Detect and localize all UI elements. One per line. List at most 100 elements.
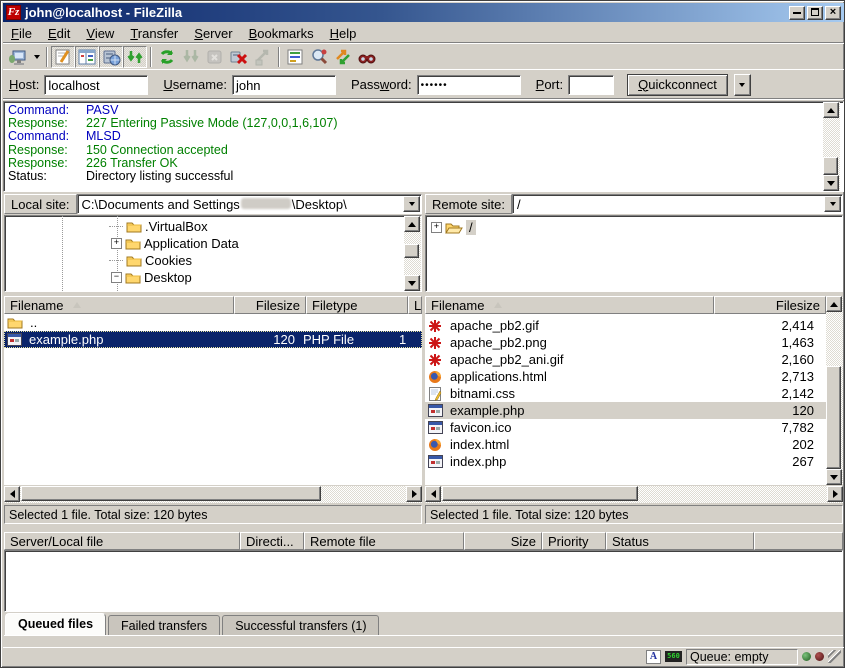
file-row-updir[interactable]: .. [4,314,422,331]
file-row[interactable]: index.html 202 [425,436,826,453]
tab-queued-files[interactable]: Queued files [5,613,106,635]
menu-view[interactable]: View [78,24,122,43]
remote-site-label: Remote site: [425,194,512,214]
scroll-down-icon[interactable] [830,475,838,480]
column-header-filetype[interactable]: Filetype [306,296,408,314]
remote-list-hscrollbar[interactable] [425,486,843,503]
remote-list-vscrollbar[interactable] [826,296,843,485]
tree-item[interactable]: + Application Data [5,235,421,252]
cancel-operation-button[interactable] [203,46,227,68]
local-tree-scrollbar[interactable] [404,216,421,291]
column-header-filename[interactable]: Filename [4,296,234,314]
column-header-direction[interactable]: Directi... [240,532,304,550]
local-list-hscrollbar-thumb[interactable] [21,486,321,501]
scroll-up-icon[interactable] [408,222,416,227]
file-row[interactable]: index.php 267 [425,453,826,470]
site-manager-dropdown-button[interactable] [30,46,43,68]
column-header-status[interactable]: Status [606,532,754,550]
column-header-priority[interactable]: Priority [542,532,606,550]
remote-site-dropdown-icon[interactable] [824,196,841,212]
remote-site-combo[interactable]: / [512,194,843,214]
resize-grip[interactable] [828,650,841,663]
directory-comparison-button[interactable] [307,46,331,68]
scroll-up-icon[interactable] [830,302,838,307]
expand-icon[interactable]: + [111,238,122,249]
file-row[interactable]: apache_pb2.png 1,463 [425,334,826,351]
synchronized-browsing-button[interactable] [331,46,355,68]
scroll-down-icon[interactable] [408,281,416,286]
local-tree-scrollbar-thumb[interactable] [404,244,419,258]
menu-edit[interactable]: Edit [40,24,78,43]
menu-transfer[interactable]: Transfer [122,24,186,43]
minimize-button[interactable] [789,6,805,20]
username-input[interactable]: john [232,75,336,95]
menu-file[interactable]: File [3,24,40,43]
tree-item[interactable]: + / [426,219,842,236]
site-manager-button[interactable] [6,46,30,68]
local-site-dropdown-icon[interactable] [403,196,420,212]
column-header-filesize[interactable]: Filesize [714,296,826,314]
menu-bookmarks[interactable]: Bookmarks [241,24,322,43]
file-row-selected[interactable]: example.php 120 [425,402,826,419]
remote-list-hscrollbar-thumb[interactable] [442,486,638,501]
file-row[interactable]: bitnami.css 2,142 [425,385,826,402]
toggle-message-log-button[interactable] [51,46,75,68]
expand-icon[interactable]: + [431,222,442,233]
local-list-hscrollbar[interactable] [4,486,422,503]
toggle-transfer-queue-button[interactable] [123,46,147,68]
file-row[interactable]: apache_pb2_ani.gif 2,160 [425,351,826,368]
scroll-left-icon[interactable] [431,490,436,498]
quickconnect-dropdown-button[interactable] [734,74,751,96]
disconnect-button[interactable] [227,46,251,68]
toggle-local-tree-button[interactable] [75,46,99,68]
column-header-server-local-file[interactable]: Server/Local file [4,532,240,550]
password-input[interactable]: •••••• [417,75,521,95]
file-row[interactable]: apache_pb2.gif 2,414 [425,317,826,334]
collapse-icon[interactable]: − [111,272,122,283]
scroll-right-icon[interactable] [833,490,838,498]
status-bar: A 560 Queue: empty [3,647,844,665]
queue-tabs: Queued files Failed transfers Successful… [5,613,379,635]
reconnect-button[interactable] [251,46,275,68]
column-header-filesize[interactable]: Filesize [234,296,306,314]
directory-listing-filters-button[interactable] [283,46,307,68]
scroll-up-icon[interactable] [827,108,835,113]
column-header-remote-file[interactable]: Remote file [304,532,464,550]
scroll-down-icon[interactable] [827,181,835,186]
file-row[interactable]: applications.html 2,713 [425,368,826,385]
file-row-selected[interactable]: example.php 120 PHP File 1 [4,331,422,348]
remote-tree: + / [425,215,843,292]
process-queue-button[interactable] [179,46,203,68]
toggle-remote-tree-button[interactable] [99,46,123,68]
queue-header: Server/Local file Directi... Remote file… [4,532,843,550]
menu-server[interactable]: Server [186,24,240,43]
menu-help[interactable]: Help [322,24,365,43]
find-files-button[interactable] [355,46,379,68]
column-header-filename[interactable]: Filename [425,296,714,314]
quickconnect-button[interactable]: Quickconnect [627,74,728,96]
scroll-left-icon[interactable] [10,490,15,498]
refresh-button[interactable] [155,46,179,68]
host-input[interactable]: localhost [44,75,148,95]
tab-failed-transfers[interactable]: Failed transfers [108,615,220,635]
remote-list-vscrollbar-thumb[interactable] [826,366,841,469]
log-scrollbar-thumb[interactable] [823,157,838,175]
file-row[interactable]: favicon.ico 7,782 [425,419,826,436]
tab-successful-transfers[interactable]: Successful transfers (1) [222,615,379,635]
folder-icon [126,220,142,233]
filezilla-logo-icon: Fz [6,5,21,20]
local-site-combo[interactable]: C:\Documents and Settings\Desktop\ [77,194,422,214]
remote-selection-status: Selected 1 file. Total size: 120 bytes [425,505,843,524]
tree-item[interactable]: .VirtualBox [5,218,421,235]
close-button[interactable]: × [825,6,841,20]
column-header-lastmodified[interactable]: L [408,296,422,314]
port-input[interactable] [568,75,614,95]
maximize-button[interactable] [807,6,823,20]
tree-item[interactable]: Cookies [5,252,421,269]
folder-icon [7,316,23,329]
open-folder-icon [445,221,463,234]
tree-item[interactable]: − Desktop [5,269,421,286]
scroll-right-icon[interactable] [412,490,417,498]
column-header-size[interactable]: Size [464,532,542,550]
log-scrollbar[interactable] [823,102,840,191]
